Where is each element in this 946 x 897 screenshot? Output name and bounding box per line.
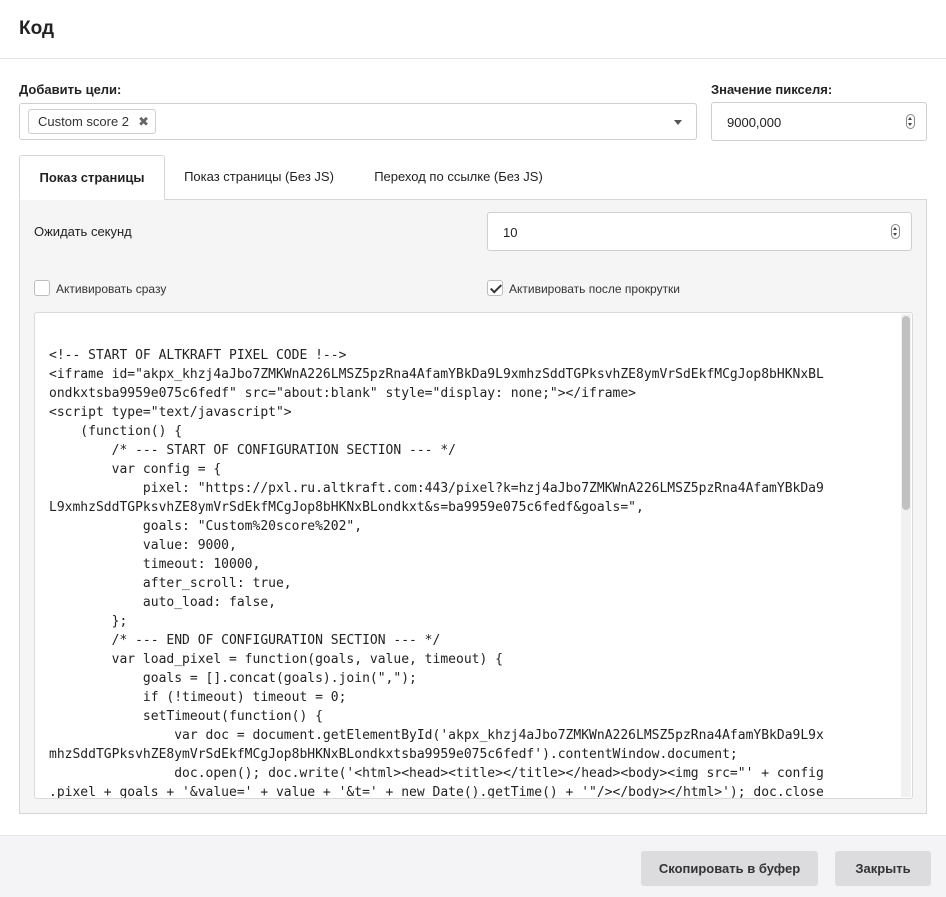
tab-bar: Показ страницы Показ страницы (Без JS) П… [19,155,927,200]
code-line: }; [49,614,128,629]
wait-seconds-value: 10 [503,225,518,240]
code-line: var config = { [49,462,222,477]
code-line: doc.open(); doc.write('<html><head><titl… [49,766,824,781]
code-line: L9xmhzSddTGPksvhZE8ymVrSdEkfMCgJop8bHKNx… [49,500,644,515]
spinner-icon[interactable] [891,224,900,239]
close-button[interactable]: Закрыть [835,851,931,886]
copy-to-clipboard-button[interactable]: Скопировать в буфер [641,851,818,886]
code-line: pixel: "https://pxl.ru.altkraft.com:443/… [49,481,824,496]
activate-now-checkbox[interactable] [34,280,50,296]
code-line: mhzSddTGPksvhZE8ymVrSdEkfMCgJop8bHKNxBLo… [49,747,738,762]
tab-page-view[interactable]: Показ страницы [19,155,165,200]
code-line: /* --- END OF CONFIGURATION SECTION --- … [49,633,441,648]
code-line: var doc = document.getElementById('akpx_… [49,728,824,743]
pixel-value-text: 9000,000 [727,115,782,130]
code-line: if (!timeout) timeout = 0; [49,690,347,705]
activate-after-scroll-checkbox[interactable] [487,280,503,296]
pixel-value-input[interactable]: 9000,000 [711,102,927,141]
code-scrollbar[interactable] [901,314,911,797]
code-line: goals = [].concat(goals).join(","); [49,671,417,686]
goals-label: Добавить цели: [19,82,122,97]
code-line: after_scroll: true, [49,576,292,591]
code-content: <!-- START OF ALTKRAFT PIXEL CODE !--> <i… [49,346,889,799]
goals-select[interactable]: Custom score 2 ✖ [19,103,697,140]
code-line: var load_pixel = function(goals, value, … [49,652,503,667]
wait-seconds-label: Ожидать секунд [34,224,132,239]
code-line: .pixel + goals + '&value=' + value + '&t… [49,785,824,799]
modal-title: Код [19,18,55,39]
modal-footer: Скопировать в буфер Закрыть [0,835,946,897]
tab-page-view-no-js[interactable]: Показ страницы (Без JS) [165,155,353,200]
goal-tag-label: Custom score 2 [38,114,130,129]
modal-header: Код [0,0,946,59]
chevron-down-icon[interactable] [674,120,682,125]
code-line: value: 9000, [49,538,237,553]
scrollbar-thumb[interactable] [902,316,910,510]
spinner-icon[interactable] [906,114,915,129]
pixel-value-label: Значение пикселя: [711,82,833,97]
code-line: <script type="text/javascript"> [49,405,292,420]
code-line: timeout: 10000, [49,557,261,572]
goal-tag: Custom score 2 ✖ [28,109,157,134]
code-line: <!-- START OF ALTKRAFT PIXEL CODE !--> [49,348,347,363]
remove-tag-icon[interactable]: ✖ [138,110,149,133]
code-line: setTimeout(function() { [49,709,323,724]
code-line: auto_load: false, [49,595,276,610]
code-textarea[interactable]: <!-- START OF ALTKRAFT PIXEL CODE !--> <i… [34,312,913,799]
activate-now-label: Активировать сразу [56,282,167,296]
code-line: <iframe id="akpx_khzj4aJbo7ZMKWnA226LMSZ… [49,367,824,382]
code-line: goals: "Custom%20score%202", [49,519,363,534]
tab-link-click-no-js[interactable]: Переход по ссылке (Без JS) [353,155,564,200]
code-line: ondkxtsba9959e075c6fedf" src="about:blan… [49,386,636,401]
code-line: /* --- START OF CONFIGURATION SECTION --… [49,443,456,458]
wait-seconds-input[interactable]: 10 [487,212,912,251]
activate-after-scroll-label: Активировать после прокрутки [509,282,681,296]
code-line: (function() { [49,424,183,439]
